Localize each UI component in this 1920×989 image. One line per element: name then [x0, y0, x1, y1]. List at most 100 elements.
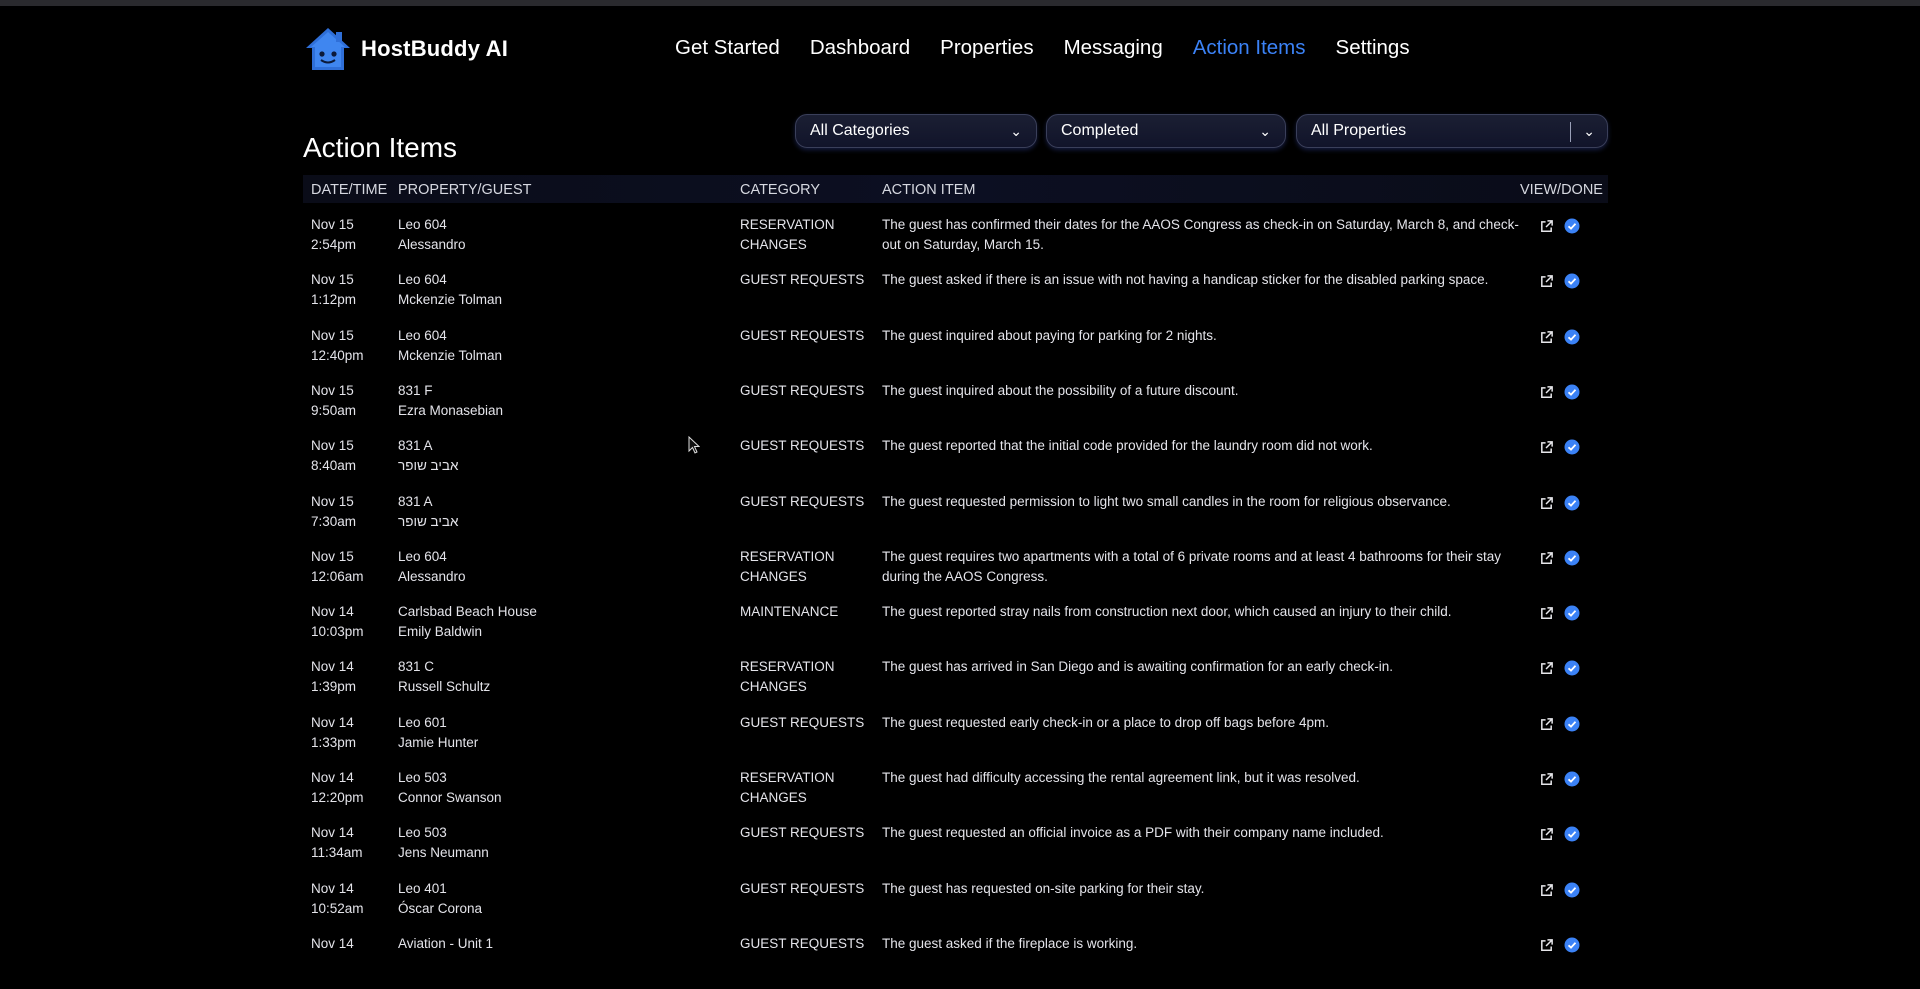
row-view-done [1539, 218, 1599, 234]
nav-action-items[interactable]: Action Items [1193, 36, 1306, 60]
external-link-icon[interactable] [1539, 496, 1554, 511]
check-circle-icon[interactable] [1564, 218, 1580, 234]
check-circle-icon[interactable] [1564, 273, 1580, 289]
check-circle-icon[interactable] [1564, 439, 1580, 455]
header-action-item: ACTION ITEM [882, 182, 976, 198]
house-logo-icon [306, 28, 350, 70]
row-guest: Emily Baldwin [398, 624, 483, 639]
check-circle-icon[interactable] [1564, 716, 1580, 732]
row-property: Leo 604 [398, 272, 447, 287]
check-circle-icon[interactable] [1564, 937, 1580, 953]
row-view-done [1539, 882, 1599, 898]
row-property-guest: Leo 503 Connor Swanson [398, 768, 698, 808]
row-time: 1:33pm [311, 735, 357, 750]
check-circle-icon[interactable] [1564, 495, 1580, 511]
row-guest: Alessandro [398, 569, 466, 584]
row-category: RESERVATION CHANGES [740, 549, 835, 584]
table-row: Nov 14 1:33pm Leo 601 Jamie Hunter GUEST REQ… [303, 713, 1608, 768]
row-property: Carlsbad Beach House [398, 604, 537, 619]
row-date: Nov 15 [311, 549, 354, 564]
properties-filter-select[interactable]: All Properties ⌄ [1296, 114, 1608, 148]
row-category: GUEST REQUESTS [740, 383, 865, 398]
row-view-done [1539, 826, 1599, 842]
nav-messaging[interactable]: Messaging [1064, 36, 1163, 60]
check-circle-icon[interactable] [1564, 882, 1580, 898]
external-link-icon[interactable] [1539, 883, 1554, 898]
table-row: Nov 14 1:39pm 831 C Russell Schultz RESERVAT… [303, 657, 1608, 712]
external-link-icon[interactable] [1539, 274, 1554, 289]
row-view-done [1539, 771, 1599, 787]
row-datetime: Nov 15 7:30am [311, 492, 391, 532]
header-view-done: VIEW/DONE [1520, 182, 1603, 198]
row-datetime: Nov 15 12:40pm [311, 326, 391, 366]
row-category: MAINTENANCE [740, 604, 839, 619]
table-row: Nov 14 12:20pm Leo 503 Connor Swanson RESERV… [303, 768, 1608, 823]
check-circle-icon[interactable] [1564, 384, 1580, 400]
row-datetime: Nov 14 1:39pm [311, 657, 391, 697]
row-property: 831 F [398, 383, 433, 398]
row-time: 12:40pm [311, 348, 364, 363]
external-link-icon[interactable] [1539, 440, 1554, 455]
row-property: Leo 503 [398, 825, 447, 840]
chevron-down-icon[interactable]: ⌄ [1583, 123, 1595, 140]
nav-settings[interactable]: Settings [1336, 36, 1410, 60]
check-circle-icon[interactable] [1564, 771, 1580, 787]
check-circle-icon[interactable] [1564, 826, 1580, 842]
row-view-done [1539, 329, 1599, 345]
header-datetime: DATE/TIME [311, 182, 388, 198]
row-guest: Mckenzie Tolman [398, 348, 503, 363]
table-row: Nov 14 Aviation - Unit 1 GUEST REQUESTS The… [303, 934, 1608, 989]
row-datetime: Nov 15 12:06am [311, 547, 391, 587]
row-category: GUEST REQUESTS [740, 272, 865, 287]
row-property: Leo 604 [398, 549, 447, 564]
row-property: 831 C [398, 659, 435, 674]
row-action-item: The guest reported that the initial code… [882, 438, 1373, 453]
check-circle-icon[interactable] [1564, 550, 1580, 566]
nav-get-started[interactable]: Get Started [675, 36, 780, 60]
external-link-icon[interactable] [1539, 330, 1554, 345]
row-view-done [1539, 384, 1599, 400]
check-circle-icon[interactable] [1564, 660, 1580, 676]
row-action-item: The guest has arrived in San Diego and i… [882, 659, 1394, 674]
nav-properties[interactable]: Properties [940, 36, 1033, 60]
external-link-icon[interactable] [1539, 219, 1554, 234]
external-link-icon[interactable] [1539, 772, 1554, 787]
row-date: Nov 15 [311, 383, 354, 398]
category-filter-select[interactable]: All Categories ⌄ [795, 114, 1037, 148]
row-datetime: Nov 14 10:52am [311, 879, 391, 919]
properties-filter-value: All Properties [1311, 122, 1407, 139]
mouse-cursor-icon [688, 436, 700, 454]
check-circle-icon[interactable] [1564, 329, 1580, 345]
external-link-icon[interactable] [1539, 938, 1554, 953]
row-action-item: The guest requested an official invoice … [882, 825, 1384, 840]
nav-dashboard[interactable]: Dashboard [810, 36, 910, 60]
table-row: Nov 15 12:06am Leo 604 Alessandro RESERVATIO… [303, 547, 1608, 602]
external-link-icon[interactable] [1539, 827, 1554, 842]
external-link-icon[interactable] [1539, 385, 1554, 400]
logo[interactable]: HostBuddy AI [303, 26, 508, 72]
row-property: 831 A [398, 494, 433, 509]
check-circle-icon[interactable] [1564, 605, 1580, 621]
row-datetime: Nov 15 1:12pm [311, 270, 391, 310]
table-row: Nov 14 10:52am Leo 401 Óscar Corona GUEST RE… [303, 879, 1608, 934]
external-link-icon[interactable] [1539, 661, 1554, 676]
row-action-item: The guest has confirmed their dates for … [882, 217, 1519, 252]
table-row: Nov 14 11:34am Leo 503 Jens Neumann GUEST RE… [303, 823, 1608, 878]
row-property-guest: Leo 601 Jamie Hunter [398, 713, 698, 753]
row-date: Nov 14 [311, 881, 354, 896]
row-date: Nov 14 [311, 936, 354, 951]
external-link-icon[interactable] [1539, 717, 1554, 732]
row-guest: אביב שופר [398, 458, 459, 473]
row-guest: Alessandro [398, 237, 466, 252]
row-property: Leo 503 [398, 770, 447, 785]
row-property: Aviation - Unit 1 [398, 936, 494, 951]
row-time: 1:12pm [311, 292, 357, 307]
row-property: Leo 604 [398, 328, 447, 343]
table-row: Nov 15 2:54pm Leo 604 Alessandro RESERVATION… [303, 215, 1608, 270]
row-view-done [1539, 605, 1599, 621]
external-link-icon[interactable] [1539, 606, 1554, 621]
row-property-guest: Leo 604 Mckenzie Tolman [398, 326, 698, 366]
external-link-icon[interactable] [1539, 551, 1554, 566]
status-filter-select[interactable]: Completed ⌄ [1046, 114, 1286, 148]
row-action-item: The guest had difficulty accessing the r… [882, 770, 1360, 785]
